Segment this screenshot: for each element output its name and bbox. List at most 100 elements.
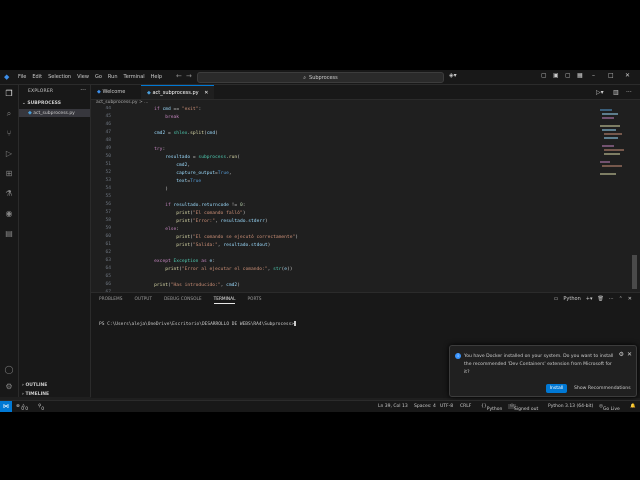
panel-more-icon[interactable]: ···	[609, 296, 614, 302]
info-icon: i	[455, 353, 461, 359]
panel-toolbar: ▭ Python +▾ 🗑 ··· ⌃ ✕	[554, 296, 632, 302]
line-number: 44	[105, 106, 111, 111]
tab-ports[interactable]: PORTS	[247, 297, 261, 304]
line-number: 60	[105, 234, 111, 239]
signed-out-status[interactable]: ⚇ Signed out	[508, 404, 538, 412]
line-number: 59	[105, 226, 111, 231]
code-editor[interactable]: 44 45 46 47 48 49 50 51 52 53 54 55 56 5…	[91, 106, 591, 292]
close-tab-icon[interactable]: ✕	[204, 90, 208, 96]
tab-output[interactable]: OUTPUT	[134, 297, 152, 304]
vscode-window: ◆ File Edit Selection View Go Run Termin…	[0, 70, 640, 412]
install-button[interactable]: Install	[546, 384, 567, 393]
menu-go[interactable]: Go	[95, 74, 102, 80]
menu-selection[interactable]: Selection	[48, 74, 71, 80]
close-panel-icon[interactable]: ✕	[628, 296, 632, 302]
cursor-position[interactable]: Ln 39, Col 13	[378, 404, 408, 409]
new-terminal-icon[interactable]: +▾	[586, 296, 593, 302]
line-number: 61	[105, 242, 111, 247]
run-debug-icon[interactable]: ▷	[4, 149, 14, 159]
python-interpreter[interactable]: Python 3.13 (64-bit)	[548, 404, 593, 409]
docker-notification: i You have Docker installed on your syst…	[449, 345, 637, 397]
notification-message: You have Docker installed on your system…	[464, 354, 614, 375]
tab-debug-console[interactable]: DEBUG CONSOLE	[164, 297, 202, 304]
line-number: 47	[105, 130, 111, 135]
python-file-icon: ◆	[28, 110, 32, 116]
folder-header[interactable]: ⌄ SUBPROCESS	[19, 100, 90, 108]
customize-layout-icon[interactable]: ▦	[577, 72, 583, 79]
editor-tabs: ◆ Welcome ◆ act_subprocess.py ✕ ▷▾ ▥ ···	[91, 85, 640, 100]
back-arrow-icon[interactable]: ←	[176, 72, 182, 80]
manage-gear-icon[interactable]: ⚙	[4, 382, 14, 392]
panel-tabs: PROBLEMS OUTPUT DEBUG CONSOLE TERMINAL P…	[99, 297, 261, 304]
vscode-logo-icon: ◆	[4, 73, 10, 81]
show-recommendations-button[interactable]: Show Recommendations	[574, 384, 631, 393]
copilot-icon[interactable]: ◈▾	[449, 72, 457, 79]
tab-act-subprocess[interactable]: ◆ act_subprocess.py ✕	[141, 85, 215, 99]
explorer-icon[interactable]: ❐	[4, 89, 14, 99]
editor-more-icon[interactable]: ···	[626, 89, 632, 96]
maximize-panel-icon[interactable]: ⌃	[619, 296, 623, 302]
chevron-right-icon: ›	[22, 383, 24, 388]
code-lines: if cmd == "exit": break cmd2 = shlex.spl…	[154, 107, 299, 288]
line-number: 63	[105, 258, 111, 263]
source-control-icon[interactable]: ⑂	[4, 129, 14, 139]
tab-welcome[interactable]: ◆ Welcome	[91, 85, 131, 99]
outline-section[interactable]: › OUTLINE	[19, 382, 90, 390]
problems-status[interactable]: ⊗ 0 ⚠ 0	[16, 404, 28, 412]
testing-icon[interactable]: ⚗	[4, 189, 14, 199]
minimap[interactable]	[598, 106, 628, 186]
trash-icon[interactable]: 🗑	[597, 296, 603, 302]
timeline-section[interactable]: › TIMELINE	[19, 391, 90, 399]
maximize-icon[interactable]: □	[608, 72, 614, 79]
ports-status[interactable]: ⚲ 0	[38, 404, 44, 412]
tab-terminal[interactable]: TERMINAL	[213, 297, 236, 304]
file-item[interactable]: ◆ act_subprocess.py	[19, 109, 90, 117]
minimize-icon[interactable]: –	[592, 72, 595, 79]
breadcrumb[interactable]: act_subprocess.py > ...	[96, 99, 148, 106]
toggle-panel-icon[interactable]: ▣	[553, 72, 559, 79]
more-actions-icon[interactable]: ···	[80, 87, 86, 94]
explorer-title: EXPLORER	[28, 89, 54, 94]
forward-arrow-icon[interactable]: →	[186, 72, 192, 80]
remote-explorer-icon[interactable]: ▤	[4, 229, 14, 239]
remote-icon[interactable]: ⋈	[0, 401, 12, 412]
python-icon[interactable]: ◉	[4, 209, 14, 219]
terminal-prompt[interactable]: PS C:\Users\aleja\OneDrive\Escritorio\DE…	[99, 321, 297, 327]
notifications-bell-icon[interactable]: 🔔	[630, 404, 636, 409]
line-number: 56	[105, 202, 111, 207]
split-editor-icon[interactable]: ▥	[613, 89, 619, 96]
account-icon[interactable]: ◯	[4, 365, 14, 375]
menu-file[interactable]: File	[18, 74, 26, 80]
notification-settings-icon[interactable]: ⚙	[619, 351, 624, 358]
search-view-icon[interactable]: ⌕	[4, 109, 14, 119]
indentation-status[interactable]: Spaces: 4	[414, 404, 436, 409]
menu-terminal[interactable]: Terminal	[124, 74, 145, 80]
line-number: 62	[105, 250, 111, 255]
menu-edit[interactable]: Edit	[32, 74, 42, 80]
close-window-icon[interactable]: ✕	[625, 72, 630, 79]
line-number: 50	[105, 154, 111, 159]
line-number: 52	[105, 170, 111, 175]
menu-view[interactable]: View	[77, 74, 89, 80]
terminal-icon: ▭	[553, 296, 559, 302]
tab-problems[interactable]: PROBLEMS	[99, 297, 122, 304]
title-bar: ◆ File Edit Selection View Go Run Termin…	[0, 70, 640, 85]
extensions-icon[interactable]: ⊞	[4, 169, 14, 179]
toggle-sidebar-icon[interactable]: ▢	[541, 72, 547, 79]
explorer-sidebar: EXPLORER ··· ⌄ SUBPROCESS ◆ act_subproce…	[19, 85, 91, 397]
run-python-icon[interactable]: ▷▾	[596, 89, 604, 96]
language-mode[interactable]: {} Python	[481, 404, 502, 412]
chevron-right-icon: ›	[22, 392, 24, 397]
activity-bar: ❐ ⌕ ⑂ ▷ ⊞ ⚗ ◉ ▤ ◯ ⚙	[0, 85, 19, 397]
command-center-search[interactable]: ⌕ Subprocess	[197, 72, 444, 83]
notification-close-icon[interactable]: ✕	[627, 351, 632, 358]
menu-help[interactable]: Help	[151, 74, 162, 80]
go-live-button[interactable]: ◎ Go Live	[599, 404, 620, 412]
terminal-shell-name[interactable]: Python	[563, 296, 580, 302]
line-number: 51	[105, 162, 111, 167]
toggle-secondary-sidebar-icon[interactable]: ▢	[565, 72, 571, 79]
editor-scrollbar[interactable]	[632, 255, 637, 289]
encoding-status[interactable]: UTF-8	[440, 404, 453, 409]
eol-status[interactable]: CRLF	[460, 404, 471, 409]
menu-run[interactable]: Run	[108, 74, 118, 80]
